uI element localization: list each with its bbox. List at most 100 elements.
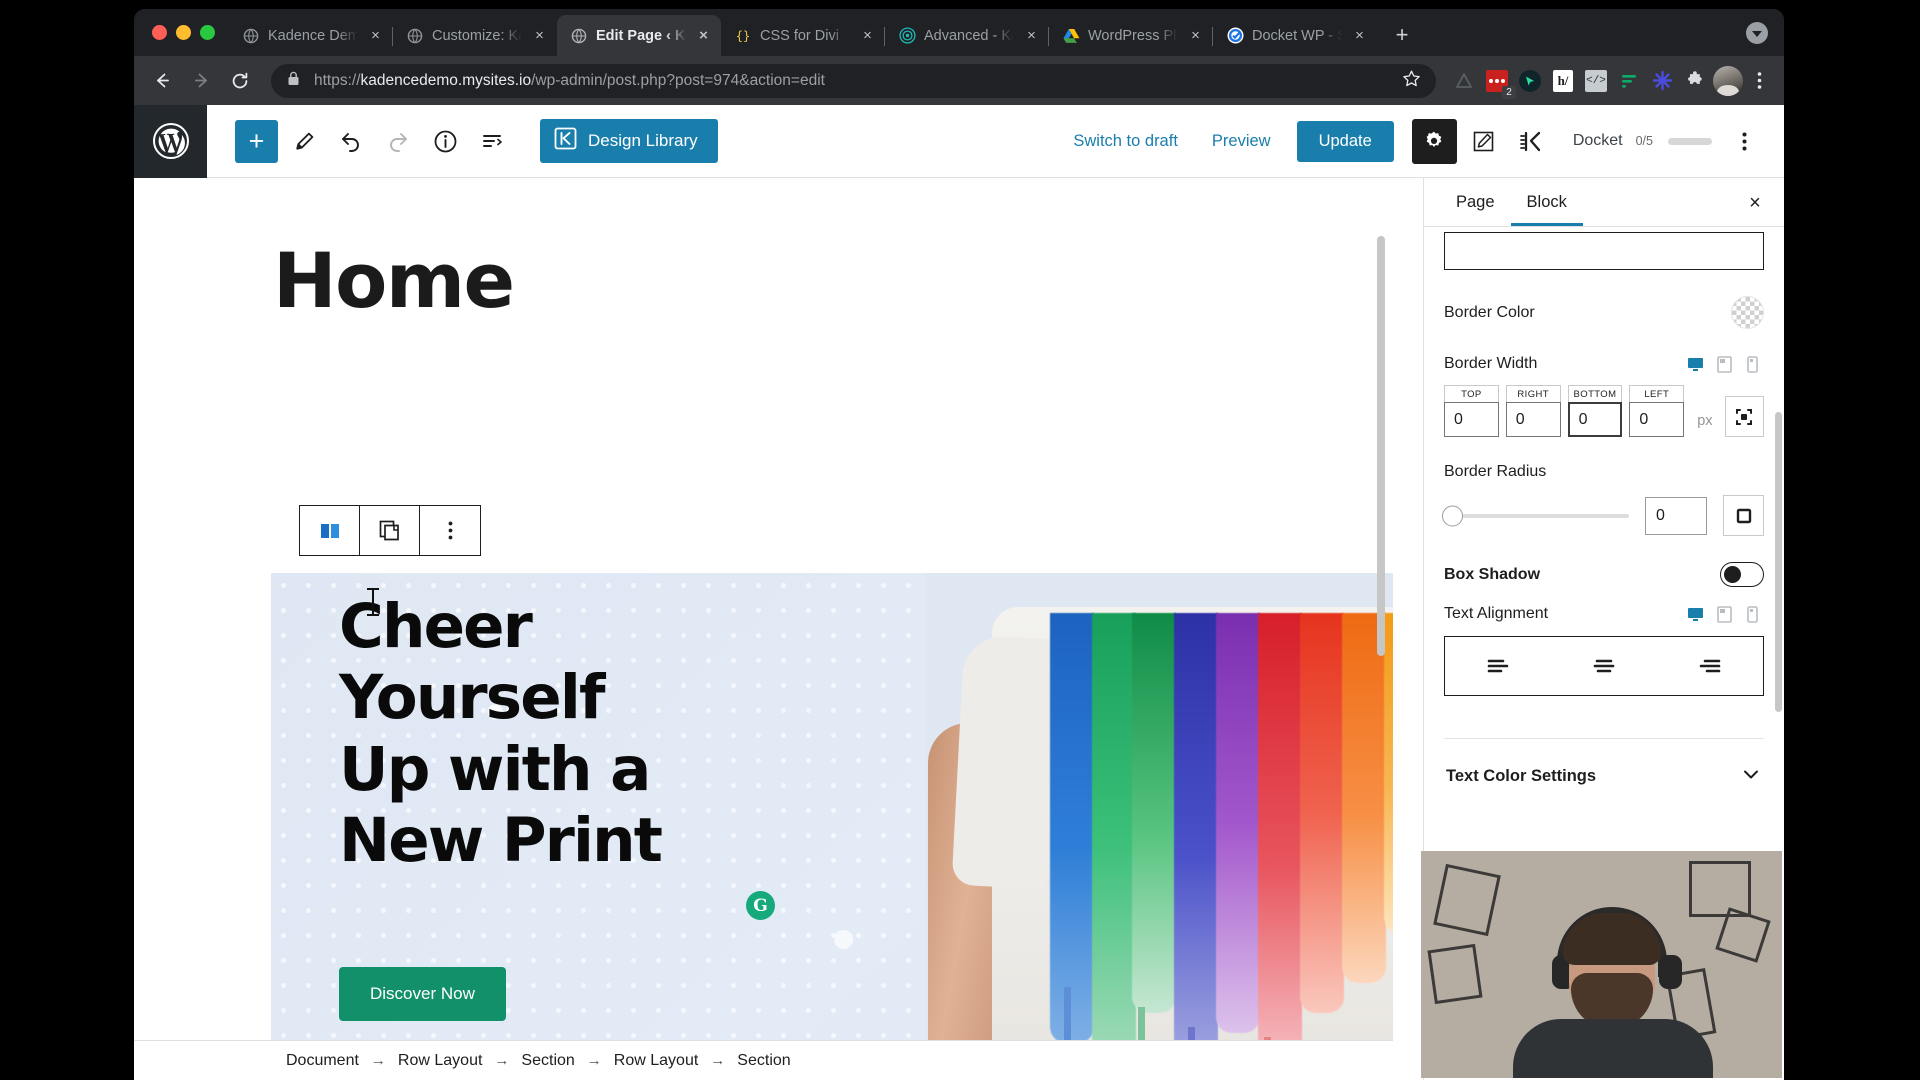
editor-canvas[interactable]: Home Cheer Yourself Up with a New Print … xyxy=(134,178,1393,1040)
discover-now-button[interactable]: Discover Now xyxy=(339,967,506,1021)
breadcrumb-item-document[interactable]: Document xyxy=(286,1052,359,1070)
border-color-row: Border Color xyxy=(1444,296,1764,329)
gear-icon[interactable] xyxy=(1411,118,1457,164)
close-icon[interactable]: × xyxy=(530,26,549,45)
chevron-down-icon[interactable] xyxy=(1740,763,1762,790)
border-color-swatch[interactable] xyxy=(1731,296,1764,329)
tab-search-icon[interactable] xyxy=(1746,22,1768,44)
edit-tool-button[interactable] xyxy=(283,120,325,162)
close-icon[interactable]: × xyxy=(366,26,385,45)
bookmark-star-icon[interactable] xyxy=(1402,69,1424,93)
close-icon[interactable]: × xyxy=(858,26,877,45)
close-icon[interactable]: × xyxy=(1350,26,1369,45)
green-bars-extension-icon[interactable] xyxy=(1614,66,1644,96)
breadcrumb-item-row-layout-1[interactable]: Row Layout xyxy=(398,1052,483,1070)
desktop-icon[interactable] xyxy=(1687,356,1704,373)
vertical-ellipsis-icon[interactable] xyxy=(1726,121,1762,161)
clipped-control-above[interactable] xyxy=(1444,232,1764,270)
close-window-button[interactable] xyxy=(152,25,167,40)
forward-button[interactable] xyxy=(183,63,219,99)
browser-tab-4[interactable]: {} CSS for Divi × xyxy=(721,15,885,56)
tablet-icon[interactable] xyxy=(1717,605,1734,623)
globe-icon xyxy=(242,27,260,45)
address-bar[interactable]: https://kadencedemo.mysites.io/wp-admin/… xyxy=(271,63,1436,98)
wordpress-logo-icon[interactable] xyxy=(134,104,207,178)
redo-button[interactable] xyxy=(377,120,419,162)
reload-button[interactable] xyxy=(222,63,258,99)
profile-avatar[interactable] xyxy=(1713,65,1743,96)
breadcrumb-item-row-layout-2[interactable]: Row Layout xyxy=(614,1052,699,1070)
hero-heading[interactable]: Cheer Yourself Up with a New Print xyxy=(339,591,799,876)
webcam-overlay[interactable] xyxy=(1421,851,1782,1078)
border-radius-link-icon[interactable] xyxy=(1723,495,1764,536)
settings-sidebar: Page Block × Border Color Border Width T… xyxy=(1421,178,1784,1080)
block-options-icon[interactable] xyxy=(420,506,480,555)
dark-cursor-extension-icon[interactable] xyxy=(1515,66,1545,96)
minimize-window-button[interactable] xyxy=(176,25,191,40)
columns-block-icon[interactable] xyxy=(300,506,360,555)
border-width-top-input[interactable]: 0 xyxy=(1444,402,1499,437)
tab-page[interactable]: Page xyxy=(1440,178,1511,226)
border-width-left-input[interactable]: 0 xyxy=(1629,402,1685,437)
new-tab-button[interactable]: + xyxy=(1385,18,1419,52)
lock-icon xyxy=(287,71,303,91)
preview-button[interactable]: Preview xyxy=(1198,124,1285,159)
code-tag-extension-icon[interactable]: </> xyxy=(1581,66,1611,96)
close-icon[interactable]: × xyxy=(1742,190,1768,216)
border-radius-slider[interactable] xyxy=(1442,505,1629,526)
details-button[interactable] xyxy=(424,120,466,162)
close-icon[interactable]: × xyxy=(1186,26,1205,45)
slider-thumb[interactable] xyxy=(1442,505,1463,526)
mobile-icon[interactable] xyxy=(1747,605,1764,623)
border-radius-input[interactable]: 0 xyxy=(1645,496,1707,535)
link-sides-icon[interactable] xyxy=(1724,396,1764,437)
switch-to-draft-button[interactable]: Switch to draft xyxy=(1059,124,1192,159)
puzzle-piece-icon[interactable] xyxy=(1680,66,1710,96)
breadcrumb-item-section-1[interactable]: Section xyxy=(521,1052,574,1070)
list-view-button[interactable] xyxy=(471,120,513,162)
align-right-icon[interactable] xyxy=(1657,637,1763,695)
hero-line-2: Yourself xyxy=(339,662,606,734)
box-shadow-toggle[interactable] xyxy=(1720,562,1764,587)
breadcrumb-item-section-2[interactable]: Section xyxy=(737,1052,790,1070)
design-library-button[interactable]: Design Library xyxy=(540,119,718,163)
hypothesis-h-icon[interactable]: h/ xyxy=(1548,66,1578,96)
desktop-icon[interactable] xyxy=(1687,606,1704,623)
border-width-bottom-input[interactable]: 0 xyxy=(1567,402,1623,437)
browser-tab-2[interactable]: Customize: Kaden × xyxy=(392,15,557,56)
close-icon[interactable]: × xyxy=(1022,26,1041,45)
canvas-scrollbar[interactable] xyxy=(1377,236,1385,656)
duplicate-icon[interactable] xyxy=(360,506,420,555)
tab-title: Edit Page ‹ Kaden xyxy=(596,27,686,44)
align-center-icon[interactable] xyxy=(1551,637,1657,695)
text-cursor xyxy=(367,588,379,616)
update-button[interactable]: Update xyxy=(1296,120,1394,162)
page-title[interactable]: Home xyxy=(273,236,1393,325)
three-dot-menu-icon[interactable] xyxy=(1746,71,1772,90)
tab-block[interactable]: Block xyxy=(1511,178,1583,226)
border-width-right-input[interactable]: 0 xyxy=(1505,402,1561,437)
back-button[interactable] xyxy=(144,63,180,99)
align-left-icon[interactable] xyxy=(1445,637,1551,695)
grammarly-badge[interactable]: G xyxy=(746,891,775,920)
red-dots-extension-icon[interactable]: 2 xyxy=(1482,66,1516,99)
tablet-icon[interactable] xyxy=(1717,355,1734,373)
border-width-right-label: RIGHT xyxy=(1505,385,1561,402)
browser-tab-6[interactable]: WordPress Plugin × xyxy=(1048,15,1213,56)
browser-tab-1[interactable]: Kadence Demo Si × xyxy=(229,15,393,56)
mobile-icon[interactable] xyxy=(1747,355,1764,373)
edit-square-icon[interactable] xyxy=(1463,120,1505,162)
close-icon[interactable]: × xyxy=(694,26,713,45)
browser-tab-3-active[interactable]: Edit Page ‹ Kaden × xyxy=(557,15,721,56)
undo-button[interactable] xyxy=(330,120,372,162)
maximize-window-button[interactable] xyxy=(200,25,215,40)
browser-tab-5[interactable]: Advanced - Kaden × xyxy=(884,15,1049,56)
triangle-recycle-icon[interactable] xyxy=(1449,66,1479,96)
browser-tab-7[interactable]: Docket WP - Stor × xyxy=(1212,15,1377,56)
purple-asterisk-extension-icon[interactable] xyxy=(1647,66,1677,96)
text-color-settings-panel[interactable]: Text Color Settings xyxy=(1444,757,1764,796)
add-block-button[interactable]: + xyxy=(235,119,278,163)
kadence-blocks-icon[interactable] xyxy=(1511,120,1553,162)
border-width-unit-label[interactable]: px xyxy=(1697,413,1712,429)
sidebar-scrollbar[interactable] xyxy=(1775,412,1782,712)
